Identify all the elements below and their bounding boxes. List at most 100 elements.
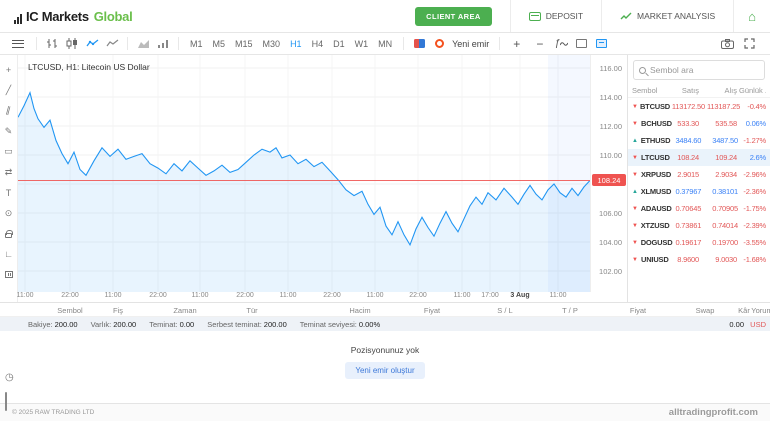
timeframe-w1[interactable]: W1: [350, 37, 374, 51]
line2-chart-icon[interactable]: [103, 36, 121, 52]
zoom-in-button[interactable]: +: [506, 37, 527, 51]
copyright-text: © 2025 RAW TRADING LTD: [12, 409, 94, 416]
lock-tool-icon: [5, 233, 12, 238]
price-chart[interactable]: [18, 55, 590, 292]
watchlist-row-ethusd[interactable]: ▲ETHUSD3484.603487.50-1.27%: [628, 132, 770, 149]
watermark-text: alltradingprofit.com: [669, 407, 758, 418]
create-order-button[interactable]: Yeni emir oluştur: [345, 362, 424, 379]
trendline-tool[interactable]: ╱: [2, 84, 16, 97]
y-tick-label: 110.00: [600, 151, 622, 160]
symbol-search-box[interactable]: [633, 60, 765, 80]
timeframe-mn[interactable]: MN: [373, 37, 397, 51]
watchlist-sidebar: Sembol Satış Alış Günlük ... ▼BTCUSD1131…: [627, 55, 770, 302]
account-summary-row: Bakiye:200.00Varlık:200.00Teminat:0.00Se…: [0, 317, 770, 331]
brush-tool[interactable]: ✎: [2, 125, 16, 138]
bid-price: 0.73861: [675, 221, 701, 230]
timeframe-m1[interactable]: M1: [185, 37, 208, 51]
timeframe-d1[interactable]: D1: [328, 37, 350, 51]
up-arrow-icon: ▲: [632, 189, 641, 195]
chart-canvas[interactable]: LTCUSD, H1: Litecoin US Dollar 108.24 11…: [18, 55, 627, 302]
fullscreen-icon[interactable]: [740, 36, 758, 52]
timeframe-m5[interactable]: M5: [208, 37, 231, 51]
watchlist-row-ltcusd[interactable]: ▼LTCUSD108.24109.242.6%: [628, 149, 770, 166]
time-axis[interactable]: 11:0022:0011:0022:0011:0022:0011:0022:00…: [18, 292, 590, 302]
summary-item: Serbest teminat:200.00: [207, 320, 287, 329]
daily-change: -1.75%: [740, 204, 766, 213]
home-icon[interactable]: ⌂: [734, 10, 770, 23]
footer: © 2025 RAW TRADING LTD alltradingprofit.…: [0, 403, 770, 421]
visibility-tool[interactable]: ⊙: [2, 207, 16, 220]
market-analysis-button[interactable]: MARKET ANALYSIS: [602, 0, 733, 32]
new-order-label[interactable]: Yeni emir: [452, 39, 489, 49]
timeframe-h4[interactable]: H4: [307, 37, 329, 51]
crosshair-tool[interactable]: +: [2, 63, 16, 76]
daily-change: -2.39%: [740, 221, 766, 230]
watchlist-row-bchusd[interactable]: ▼BCHUSD533.30535.580.06%: [628, 115, 770, 132]
timeframe-h1[interactable]: H1: [285, 37, 307, 51]
x-tick-label: 11:00: [192, 292, 209, 299]
watchlist-row-xlmusd[interactable]: ▲XLMUSD0.379670.38101-2.36%: [628, 183, 770, 200]
daily-change: -3.55%: [740, 238, 766, 247]
symbol-name: UNIUSD: [641, 255, 677, 264]
watchlist-row-uniusd[interactable]: ▼UNIUSD8.96009.0030-1.68%: [628, 251, 770, 268]
symbol-name: ADAUSD: [641, 204, 676, 213]
y-tick-label: 116.00: [600, 64, 622, 73]
positions-col-7: T / P: [562, 306, 578, 315]
symbol-name: DOGUSD: [641, 238, 676, 247]
depth-of-market-icon[interactable]: [410, 36, 428, 52]
logo-text-primary: IC Markets: [26, 9, 89, 24]
bid-price: 533.30: [677, 119, 699, 128]
positions-col-2: Zaman: [173, 306, 196, 315]
candles-chart-icon[interactable]: [63, 36, 81, 52]
card-icon: [529, 12, 541, 21]
watchlist-row-adausd[interactable]: ▼ADAUSD0.706450.70905-1.75%: [628, 200, 770, 217]
watchlist-row-btcusd[interactable]: ▼BTCUSD113172.50113187.25-0.4%: [628, 98, 770, 115]
lock-tool[interactable]: [2, 227, 16, 240]
levels-tool[interactable]: ∟: [2, 248, 16, 261]
shapes-tool[interactable]: ▭: [2, 145, 16, 158]
zoom-out-button[interactable]: −: [529, 37, 550, 51]
remove-objects-tool[interactable]: [2, 268, 16, 281]
panel-icon[interactable]: [592, 36, 610, 52]
deposit-button[interactable]: DEPOSIT: [511, 0, 601, 32]
area-chart-icon[interactable]: [134, 36, 152, 52]
text-tool-icon: T: [6, 188, 12, 198]
drawing-tools-sidebar: + ╱ ∥ ✎ ▭ ⇄ T ⊙ ∟: [0, 55, 18, 302]
x-tick-label: 11:00: [280, 292, 297, 299]
volume-icon[interactable]: [154, 36, 172, 52]
positions-col-1: Fiş: [113, 306, 123, 315]
watchlist-row-xrpusd[interactable]: ▼XRPUSD2.90152.9034-2.96%: [628, 166, 770, 183]
symbol-search-input[interactable]: [650, 65, 759, 75]
bars-chart-icon[interactable]: [43, 36, 61, 52]
screenshot-camera-icon[interactable]: [718, 36, 736, 52]
timeframe-group: M1M5M15M30H1H4D1W1MN: [185, 37, 397, 51]
new-order-icon[interactable]: [430, 36, 448, 52]
timeframe-m30[interactable]: M30: [258, 37, 286, 51]
crosshair-tool-icon: +: [6, 65, 11, 75]
x-tick-label: 11:00: [105, 292, 122, 299]
menu-icon[interactable]: [12, 40, 24, 48]
indicators-icon[interactable]: ƒ: [552, 36, 570, 52]
layout-icon[interactable]: [572, 36, 590, 52]
price-axis[interactable]: 108.24 116.00114.00112.00110.00106.00104…: [590, 55, 627, 292]
down-arrow-icon: ▼: [632, 257, 641, 263]
col-symbol: Sembol: [632, 86, 677, 95]
watchlist-row-xtzusd[interactable]: ▼XTZUSD0.738610.74014-2.39%: [628, 217, 770, 234]
line-chart-icon[interactable]: [83, 36, 101, 52]
visibility-tool-icon: ⊙: [5, 208, 13, 219]
history-clock-icon[interactable]: ◷: [5, 373, 14, 383]
channel-tool[interactable]: ∥: [2, 104, 16, 117]
summary-item: Teminat seviyesi:0.00%: [300, 320, 380, 329]
client-area-button[interactable]: CLIENT AREA: [415, 7, 492, 26]
text-tool[interactable]: T: [2, 186, 16, 199]
symbol-name: LTCUSD: [641, 153, 677, 162]
ask-price: 0.70905: [703, 204, 738, 213]
objects-box-icon[interactable]: [5, 393, 7, 411]
ask-price: 0.38101: [703, 187, 738, 196]
timeframe-m15[interactable]: M15: [230, 37, 258, 51]
watchlist-row-dogusd[interactable]: ▼DOGUSD0.196170.19700-3.55%: [628, 234, 770, 251]
no-positions-text: Pozisyonunuz yok: [351, 345, 420, 355]
compare-tool[interactable]: ⇄: [2, 166, 16, 179]
summary-label: Teminat:: [149, 320, 177, 329]
x-tick-label: 22:00: [409, 292, 427, 299]
